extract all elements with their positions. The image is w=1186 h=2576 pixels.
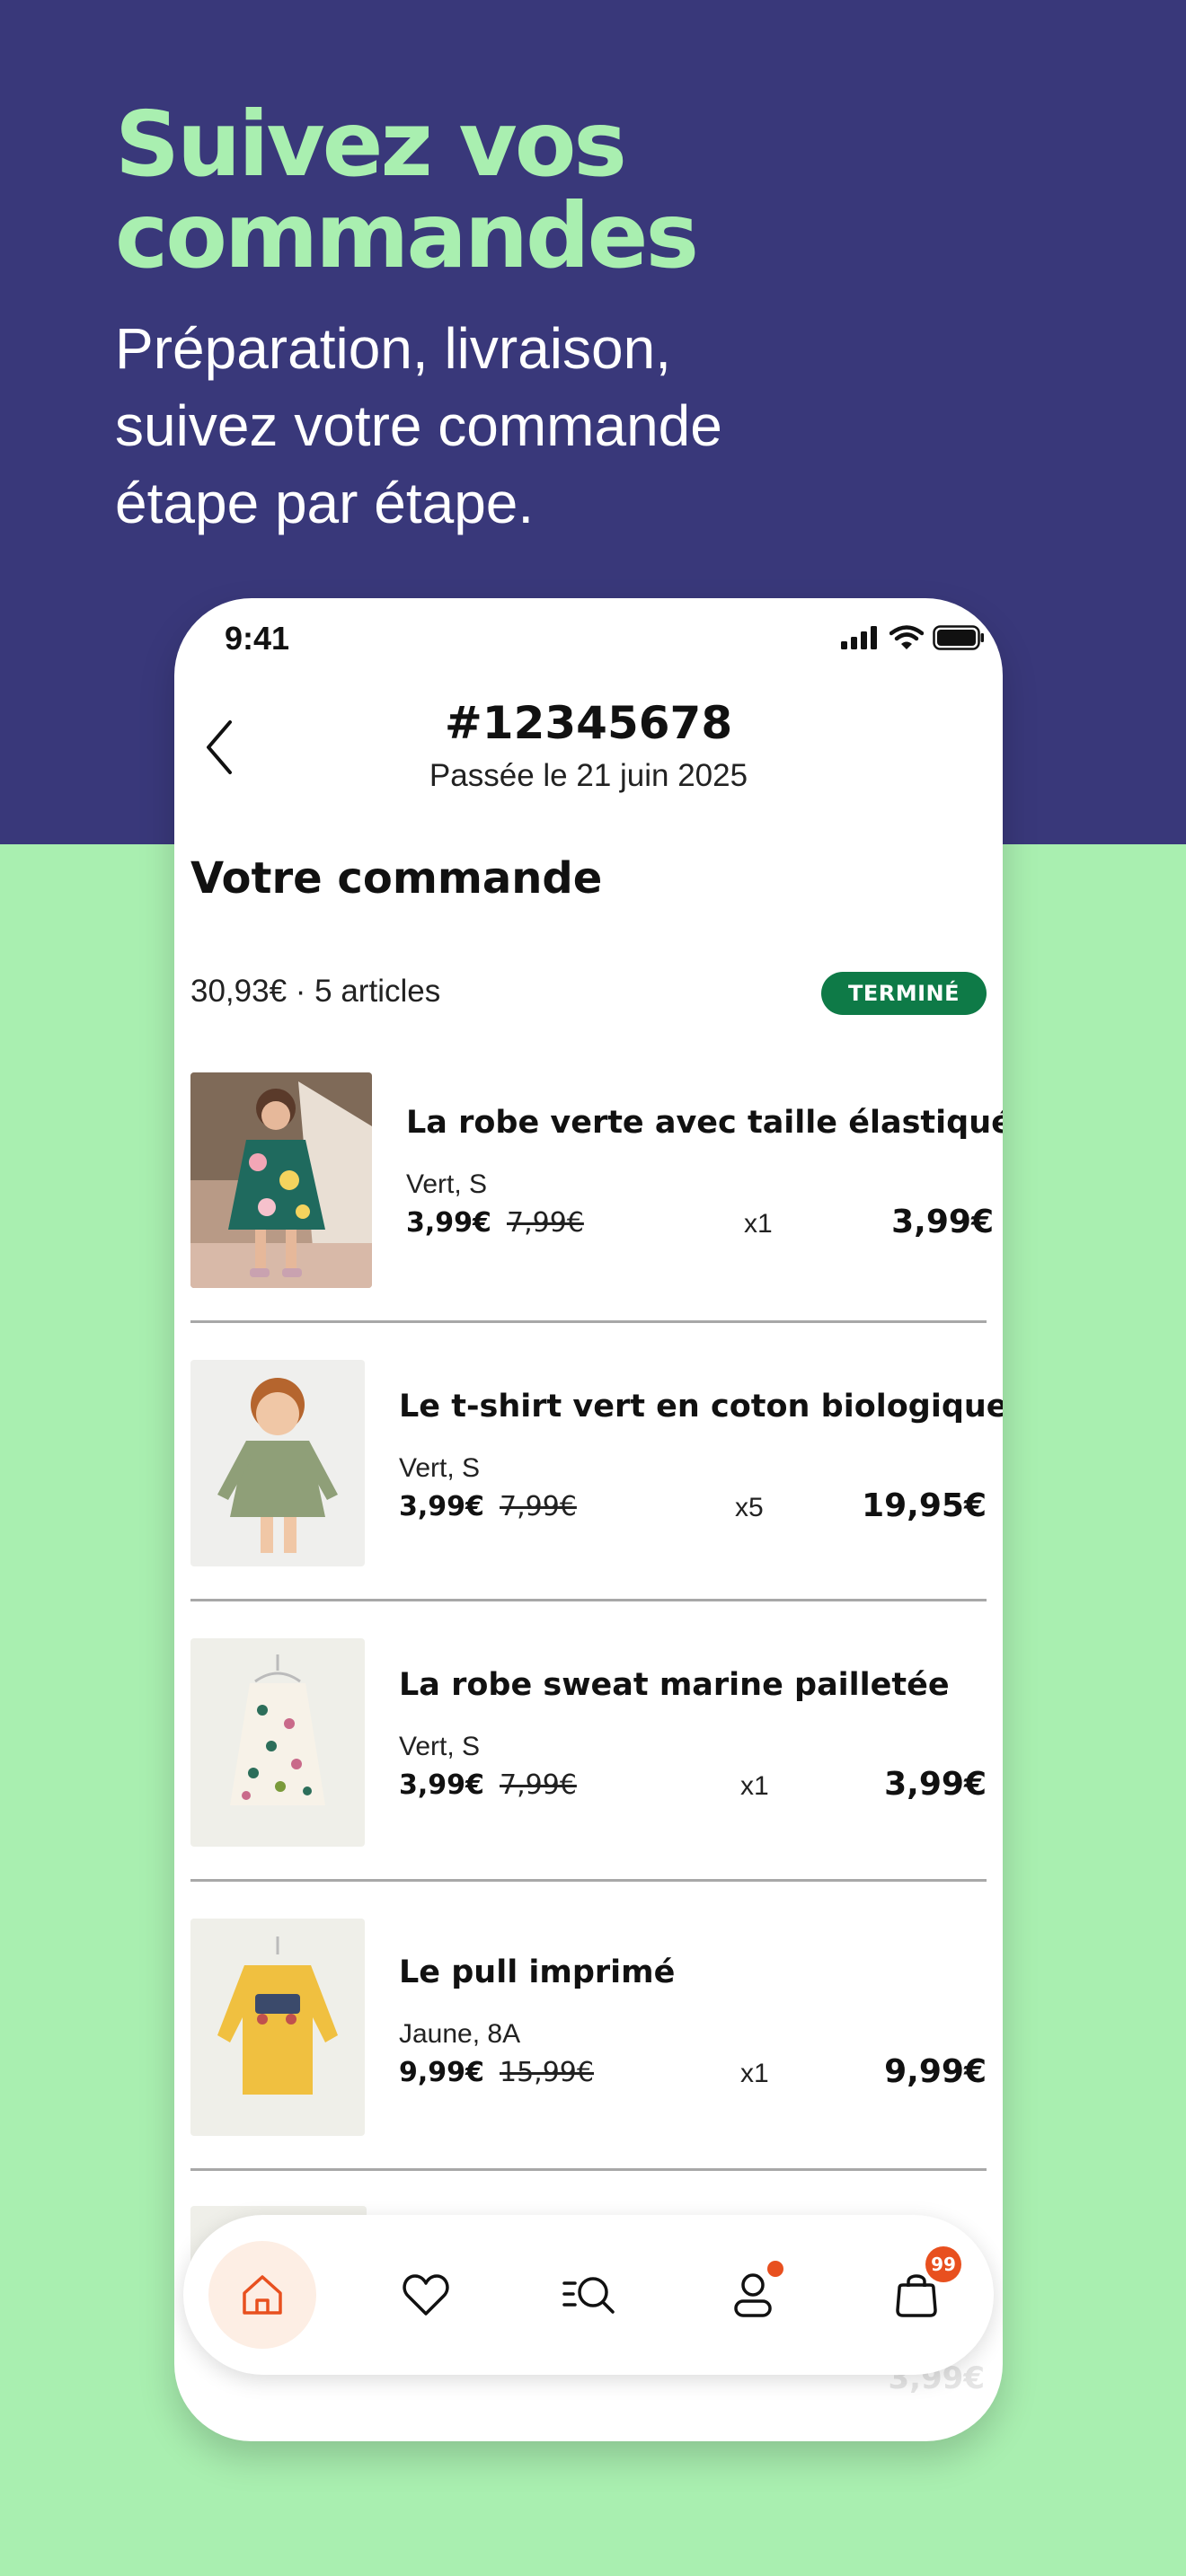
promo-headline-line1: Suivez vos bbox=[115, 92, 627, 197]
product-variant: Jaune, 8A bbox=[399, 2019, 521, 2049]
promo-subtitle-line3: étape par étape. bbox=[115, 471, 535, 535]
product-total: 3,99€ bbox=[884, 1766, 987, 1803]
notification-dot bbox=[767, 2261, 783, 2277]
product-price: 3,99€ bbox=[399, 1491, 484, 1522]
product-old-price: 7,99€ bbox=[507, 1207, 584, 1239]
divider bbox=[190, 2168, 987, 2171]
tab-cart[interactable]: 99 bbox=[863, 2241, 970, 2349]
order-number: #12345678 bbox=[444, 697, 733, 749]
product-image bbox=[190, 1919, 365, 2136]
home-icon bbox=[243, 2275, 282, 2315]
product-total: 19,95€ bbox=[862, 1487, 987, 1524]
order-summary: 30,93€ · 5 articles bbox=[190, 974, 441, 1009]
product-image bbox=[190, 1072, 372, 1288]
cart-badge: 99 bbox=[925, 2246, 961, 2282]
product-old-price: 7,99€ bbox=[500, 1491, 577, 1522]
status-icons bbox=[841, 625, 985, 650]
status-badge: TERMINÉ bbox=[821, 972, 987, 1015]
product-total: 3,99€ bbox=[891, 1204, 994, 1240]
status-time: 9:41 bbox=[225, 620, 290, 657]
product-total: 9,99€ bbox=[884, 2053, 987, 2090]
tab-favorites[interactable] bbox=[372, 2241, 480, 2349]
search-list-icon bbox=[562, 2277, 615, 2314]
product-price: 9,99€ bbox=[399, 2057, 484, 2088]
product-price: 3,99€ bbox=[399, 1769, 484, 1801]
tab-account[interactable] bbox=[699, 2241, 807, 2349]
user-icon bbox=[734, 2273, 772, 2317]
list-item[interactable]: La robe sweat marine pailletée Vert, S 3… bbox=[190, 1638, 987, 1847]
product-quantity: x1 bbox=[744, 1209, 773, 1239]
product-image bbox=[190, 1360, 365, 1566]
phone-screen: 9:41 #12345678 Passée le 21 juin 2025 Vo… bbox=[174, 598, 1003, 2441]
promo-headline-line2: commandes bbox=[115, 183, 699, 288]
product-name: La robe verte avec taille élastiquée... bbox=[406, 1105, 1003, 1141]
tab-bar: 99 bbox=[183, 2215, 994, 2375]
list-item[interactable]: Le t-shirt vert en coton biologique... V… bbox=[190, 1360, 1003, 1566]
product-image bbox=[190, 1638, 365, 1847]
battery-icon bbox=[933, 625, 984, 650]
promo-subtitle-line1: Préparation, livraison, bbox=[115, 316, 671, 381]
section-title: Votre commande bbox=[190, 853, 603, 904]
product-variant: Vert, S bbox=[406, 1169, 488, 1199]
order-header: #12345678 Passée le 21 juin 2025 bbox=[174, 688, 1003, 823]
tab-search[interactable] bbox=[535, 2241, 643, 2349]
product-variant: Vert, S bbox=[399, 1453, 481, 1483]
product-name: Le pull imprimé bbox=[399, 1954, 676, 1990]
product-old-price: 15,99€ bbox=[500, 2057, 594, 2088]
order-date: Passée le 21 juin 2025 bbox=[429, 758, 748, 793]
signal-icon bbox=[841, 626, 877, 649]
product-quantity: x5 bbox=[735, 1493, 764, 1522]
promo-headline: Suivez vos commandes bbox=[115, 99, 1103, 282]
divider bbox=[190, 1879, 987, 1882]
divider bbox=[190, 1320, 987, 1323]
product-name: Le t-shirt vert en coton biologique... bbox=[399, 1389, 1003, 1425]
heart-icon bbox=[403, 2274, 449, 2316]
wifi-icon bbox=[890, 625, 924, 649]
product-price: 3,99€ bbox=[406, 1207, 491, 1239]
product-quantity: x1 bbox=[740, 2059, 769, 2088]
product-name: La robe sweat marine pailletée bbox=[399, 1667, 950, 1703]
product-quantity: x1 bbox=[740, 1771, 769, 1801]
tab-home[interactable] bbox=[208, 2241, 316, 2349]
product-variant: Vert, S bbox=[399, 1732, 481, 1761]
divider bbox=[190, 1599, 987, 1601]
list-item[interactable]: La robe verte avec taille élastiquée... … bbox=[190, 1072, 1003, 1288]
promo-subtitle-line2: suivez votre commande bbox=[115, 393, 722, 458]
product-old-price: 7,99€ bbox=[500, 1769, 577, 1801]
promo-subtitle: Préparation, livraison, suivez votre com… bbox=[115, 310, 1103, 542]
list-item[interactable]: Le pull imprimé Jaune, 8A 9,99€ 15,99€ x… bbox=[190, 1919, 987, 2136]
